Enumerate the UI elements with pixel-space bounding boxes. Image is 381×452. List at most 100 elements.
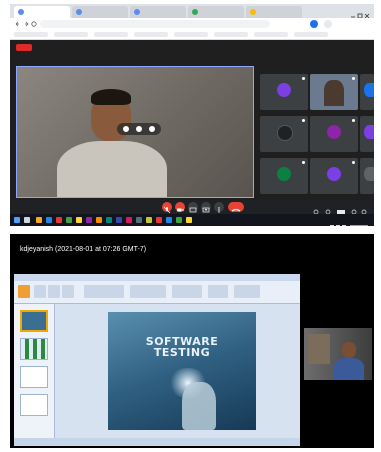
powerpoint-status-bar — [14, 438, 300, 446]
browser-tab[interactable] — [14, 6, 70, 18]
bookmark-item[interactable] — [134, 32, 168, 37]
app-icon[interactable] — [86, 217, 92, 223]
app-icon[interactable] — [56, 217, 62, 223]
slide-thumbnail[interactable] — [20, 366, 48, 388]
slide-title: SOFTWARE TESTING — [108, 336, 256, 358]
app-icon[interactable] — [126, 217, 132, 223]
tab-favicon-icon — [250, 9, 256, 15]
slide-thumbnail[interactable] — [20, 338, 48, 360]
windows-taskbar — [10, 214, 374, 226]
more-options-button[interactable] — [214, 202, 224, 213]
mic-status-icon — [352, 77, 355, 80]
recording-badge — [16, 44, 32, 51]
ribbon-button[interactable] — [62, 285, 74, 298]
bookmark-item[interactable] — [94, 32, 128, 37]
tab-favicon-icon — [134, 9, 140, 15]
profile-avatar[interactable] — [310, 20, 318, 28]
self-view-shelf — [308, 334, 330, 364]
pin-icon[interactable] — [123, 126, 129, 132]
file-explorer-icon[interactable] — [36, 217, 42, 223]
ribbon-paragraph-group[interactable] — [130, 285, 166, 298]
participant-tile[interactable] — [260, 158, 308, 194]
present-button[interactable] — [201, 202, 211, 213]
app-icon[interactable] — [46, 217, 52, 223]
participant-video — [324, 80, 344, 106]
meet-side-controls[interactable] — [310, 203, 370, 215]
participant-avatar — [327, 125, 341, 139]
speaker-body — [57, 141, 167, 197]
slide-thumbnail[interactable] — [20, 394, 48, 416]
video-hover-controls[interactable] — [117, 123, 161, 135]
office-button[interactable] — [18, 285, 30, 298]
participant-tile[interactable] — [360, 116, 374, 152]
meet-screenshot — [10, 4, 374, 226]
window-controls[interactable] — [350, 7, 370, 19]
participant-avatar — [364, 83, 374, 97]
remove-icon[interactable] — [149, 126, 155, 132]
main-speaker-video[interactable] — [16, 66, 254, 198]
participant-tile[interactable] — [310, 74, 358, 110]
browser-tab[interactable] — [188, 6, 244, 18]
self-view-body — [334, 358, 364, 380]
camera-button[interactable] — [175, 202, 185, 212]
mic-status-icon — [302, 119, 305, 122]
browser-tab[interactable] — [246, 6, 302, 18]
ribbon-button[interactable] — [208, 285, 228, 298]
app-icon[interactable] — [96, 217, 102, 223]
tray-icons — [330, 225, 368, 226]
leave-call-button[interactable] — [228, 202, 244, 212]
nav-arrows-icon[interactable] — [14, 20, 38, 28]
browser-address-bar — [10, 18, 374, 30]
participant-tile[interactable] — [260, 74, 308, 110]
meet-call-area — [10, 40, 374, 200]
participant-tile[interactable] — [310, 116, 358, 152]
slide-thumbnail[interactable] — [20, 310, 48, 332]
participant-tile[interactable] — [360, 158, 374, 194]
browser-tab[interactable] — [130, 6, 186, 18]
app-icon[interactable] — [136, 217, 142, 223]
participant-tile[interactable] — [310, 158, 358, 194]
ribbon-drawing-group[interactable] — [172, 285, 202, 298]
app-icon[interactable] — [66, 217, 72, 223]
bookmark-item[interactable] — [174, 32, 208, 37]
browser-tab[interactable] — [72, 6, 128, 18]
slide-thumbnails-panel — [14, 304, 55, 438]
tab-favicon-icon — [76, 9, 82, 15]
powerpoint-window: SOFTWARE TESTING — [14, 274, 300, 446]
app-icon[interactable] — [156, 217, 162, 223]
presenter-self-view[interactable] — [304, 328, 372, 380]
app-icon[interactable] — [106, 217, 112, 223]
bookmark-item[interactable] — [54, 32, 88, 37]
bookmark-item[interactable] — [294, 32, 328, 37]
ribbon-editing-group[interactable] — [234, 285, 260, 298]
extension-icon[interactable] — [324, 20, 332, 28]
app-icon[interactable] — [166, 217, 172, 223]
start-icon[interactable] — [14, 217, 20, 223]
current-slide[interactable]: SOFTWARE TESTING — [108, 312, 256, 430]
system-tray[interactable] — [330, 217, 370, 226]
presenter-label: kdjeyanish (2021-08-01 at 07:26 GMT-7) — [20, 246, 147, 253]
participant-tile[interactable] — [260, 116, 308, 152]
ribbon-font-group[interactable] — [84, 285, 124, 298]
app-icon[interactable] — [186, 217, 192, 223]
ribbon-button[interactable] — [34, 285, 46, 298]
powerpoint-ribbon — [14, 281, 300, 304]
url-field[interactable] — [40, 20, 270, 28]
search-icon[interactable] — [24, 217, 30, 223]
captions-button[interactable] — [188, 202, 198, 213]
bookmark-item[interactable] — [214, 32, 248, 37]
mute-icon[interactable] — [136, 126, 142, 132]
mic-status-icon — [302, 77, 305, 80]
bookmark-item[interactable] — [254, 32, 288, 37]
participant-avatar — [277, 125, 293, 141]
ribbon-button[interactable] — [48, 285, 60, 298]
app-icon[interactable] — [176, 217, 182, 223]
chrome-icon[interactable] — [76, 217, 82, 223]
bookmark-item[interactable] — [14, 32, 48, 37]
participant-tile[interactable] — [360, 74, 374, 110]
app-icon[interactable] — [116, 217, 122, 223]
participant-avatar — [327, 167, 341, 181]
app-icon[interactable] — [146, 217, 152, 223]
meet-control-bar — [10, 200, 374, 215]
mic-button[interactable] — [162, 202, 172, 214]
